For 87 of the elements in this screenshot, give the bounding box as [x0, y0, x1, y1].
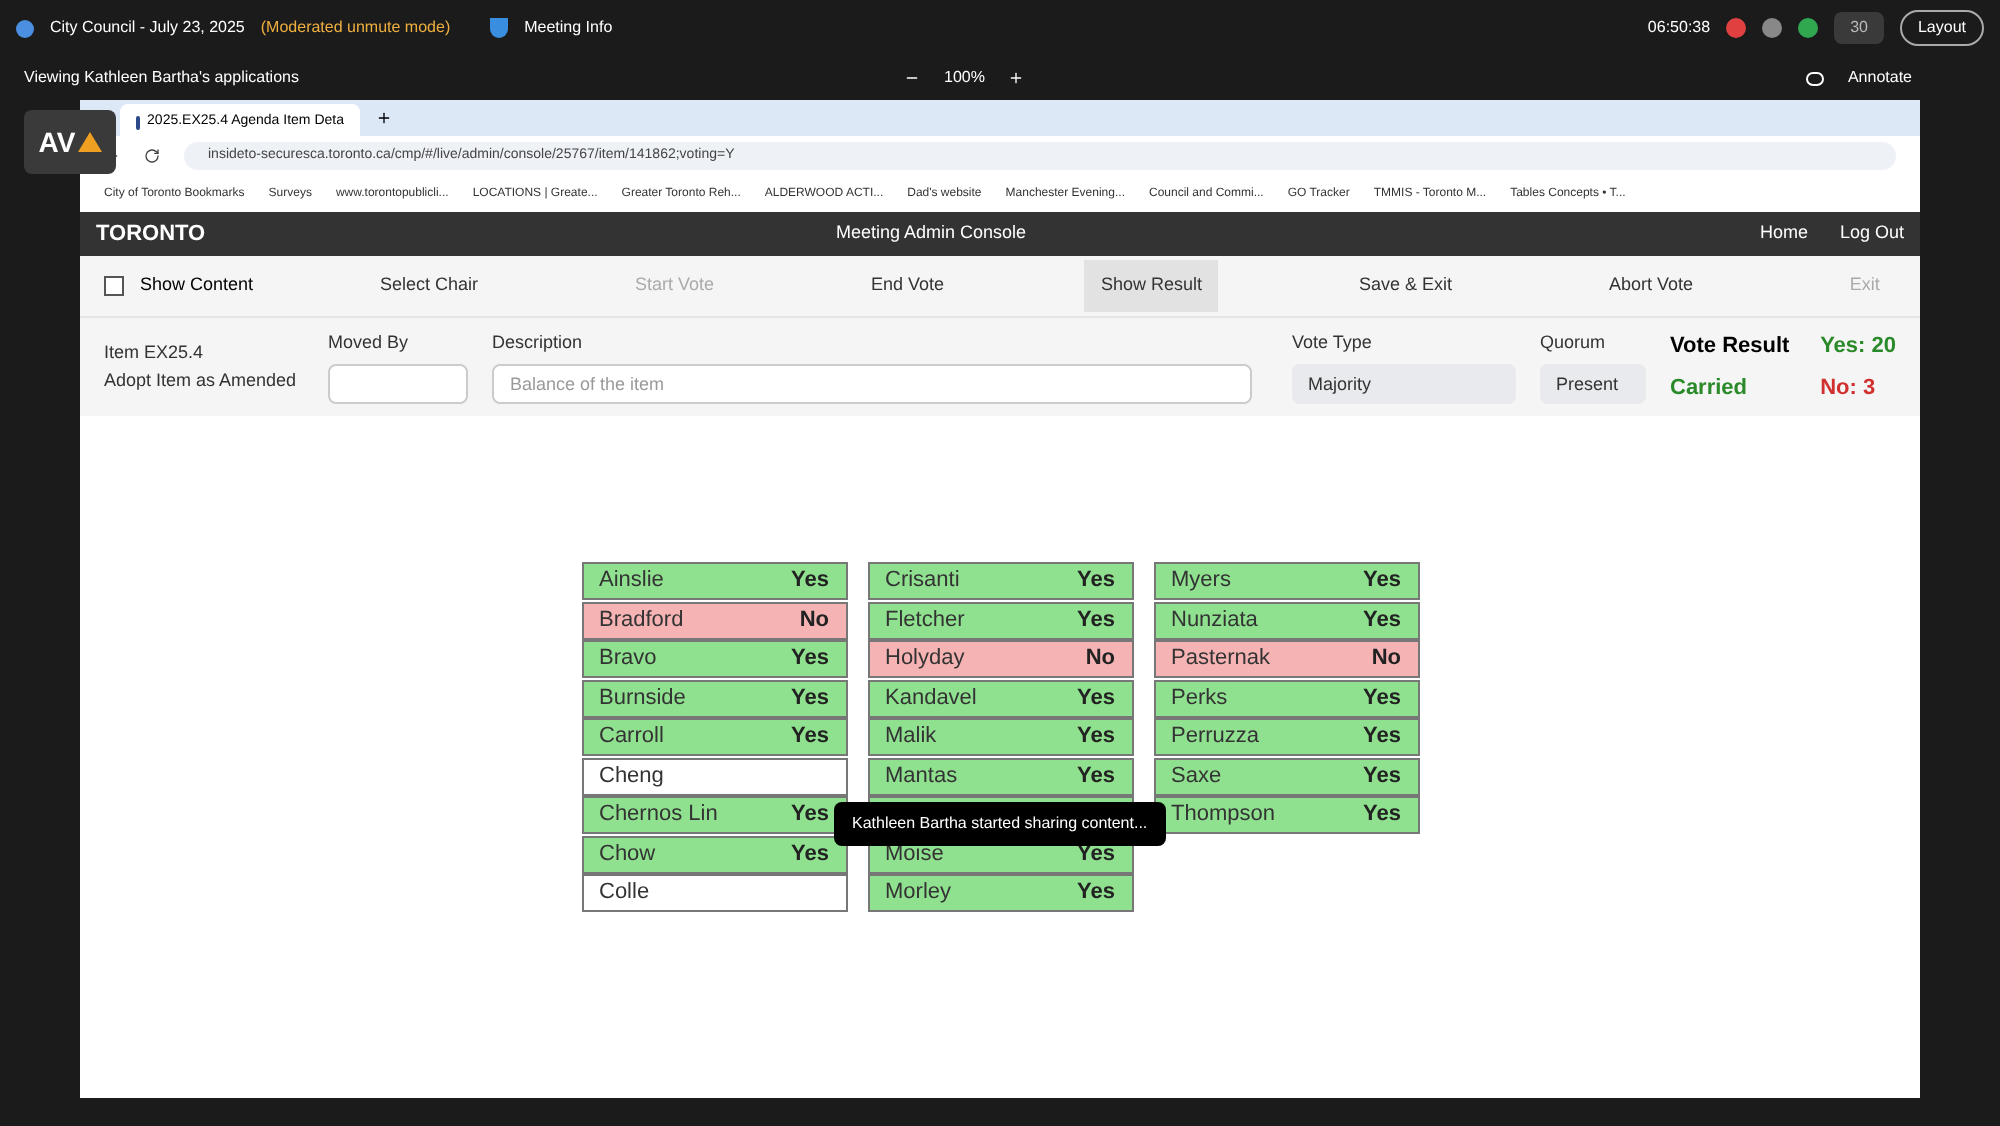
vote-value: Yes: [791, 683, 829, 714]
vote-value: Yes: [1363, 683, 1401, 714]
member-name: Crisanti: [885, 566, 960, 597]
toolbar-button[interactable]: Show Result: [1084, 260, 1218, 312]
member-name: Perruzza: [1171, 722, 1260, 753]
vote-value: Yes: [1363, 722, 1401, 753]
vote-value: No: [799, 605, 829, 636]
member-name: Thompson: [1171, 800, 1275, 831]
meeting-info-link[interactable]: Meeting Info: [524, 16, 613, 40]
clock: 06:50:38: [1647, 16, 1711, 40]
vote-value: Yes: [1077, 761, 1115, 792]
vote-value: No: [1085, 644, 1115, 675]
app-logo-icon: [16, 19, 34, 37]
result-label: Vote Result: [1670, 332, 1790, 362]
member-name: Myers: [1171, 566, 1231, 597]
member-name: Colle: [599, 878, 650, 909]
no-count: No: 3: [1820, 373, 1878, 403]
vote-value: Yes: [791, 800, 829, 831]
item-id: Item EX25.4: [104, 340, 206, 366]
logo-badge: AV: [24, 110, 116, 174]
record-icon: [1726, 18, 1747, 38]
meeting-title: City Council - July 23, 2025: [50, 16, 245, 40]
nav-link[interactable]: Home: [1759, 220, 1808, 248]
zoom-level: 100%: [944, 66, 985, 90]
console-title: Meeting Admin Console: [836, 220, 1029, 247]
member-name: Bradford: [599, 605, 684, 636]
member-name: Carroll: [599, 722, 664, 753]
vote-type-select[interactable]: Majority: [1292, 364, 1516, 405]
toast-notification: Kathleen Bartha started sharing content...: [834, 802, 1166, 846]
vote-value: Yes: [1077, 605, 1115, 636]
quorum-select[interactable]: Present: [1540, 364, 1646, 405]
member-name: Nunziata: [1171, 605, 1258, 636]
participants-button[interactable]: 30: [1834, 12, 1884, 44]
member-name: Holyday: [885, 644, 965, 675]
member-name: Kandavel: [885, 683, 977, 714]
show-content-checkbox[interactable]: Show Content: [104, 272, 364, 300]
shield-icon: [490, 18, 509, 38]
status-icon: [1762, 18, 1783, 38]
nav-link[interactable]: Log Out: [1839, 220, 1904, 248]
member-name: Burnside: [599, 683, 686, 714]
vote-value: Yes: [1363, 605, 1401, 636]
member-name: Bravo: [599, 644, 657, 675]
item-action: Adopt Item as Amended: [104, 367, 299, 394]
field-label: Description: [492, 329, 585, 356]
vote-value: Yes: [1363, 800, 1401, 831]
viewing-label: Viewing Kathleen Bartha's applications: [24, 66, 301, 90]
toolbar-button[interactable]: End Vote: [854, 260, 961, 312]
yes-count: Yes: 20: [1820, 332, 1896, 362]
layout-button[interactable]: Layout: [1899, 10, 1984, 46]
vote-value: Yes: [791, 839, 829, 870]
vote-value: Yes: [1363, 566, 1401, 597]
annotate-button[interactable]: Annotate: [1847, 66, 1912, 90]
field-label: Quorum: [1540, 329, 1608, 356]
vote-value: Yes: [1363, 761, 1401, 792]
member-name: Cheng: [599, 761, 664, 792]
member-name: Pasternak: [1171, 644, 1271, 675]
meeting-mode: (Moderated unmute mode): [260, 16, 451, 40]
member-name: Chow: [599, 839, 656, 870]
description-field[interactable]: Balance of the item: [492, 364, 1252, 405]
vote-value: No: [1371, 644, 1401, 675]
field-label: Moved By: [328, 329, 411, 356]
member-name: Ainslie: [599, 566, 664, 597]
vote-value: Yes: [791, 722, 829, 753]
member-name: Fletcher: [885, 605, 965, 636]
new-tab-icon[interactable]: [376, 110, 392, 126]
triangle-icon: [77, 132, 102, 152]
member-name: Malik: [885, 722, 937, 753]
brand-logo: TORONTO: [96, 219, 208, 250]
vote-value: Yes: [791, 644, 829, 675]
member-name: Morley: [885, 878, 952, 909]
member-name: Saxe: [1171, 761, 1222, 792]
vote-value: Yes: [1077, 566, 1115, 597]
vote-value: Yes: [1077, 722, 1115, 753]
member-name: Chernos Lin: [599, 800, 718, 831]
toolbar-button[interactable]: Save & Exit: [1342, 260, 1468, 312]
status-icon: [1798, 18, 1819, 38]
vote-value: Yes: [1077, 683, 1115, 714]
zoom-in-icon[interactable]: [1008, 70, 1025, 86]
reload-icon[interactable]: [144, 148, 160, 164]
member-name: Perks: [1171, 683, 1228, 714]
member-name: Mantas: [885, 761, 958, 792]
field-label: Vote Type: [1292, 329, 1374, 356]
vote-value: Yes: [1077, 878, 1115, 909]
vote-value: Yes: [791, 566, 829, 597]
toolbar-button[interactable]: Select Chair: [364, 260, 495, 312]
result-status: Carried: [1670, 373, 1750, 403]
toolbar-button[interactable]: Abort Vote: [1592, 260, 1709, 312]
